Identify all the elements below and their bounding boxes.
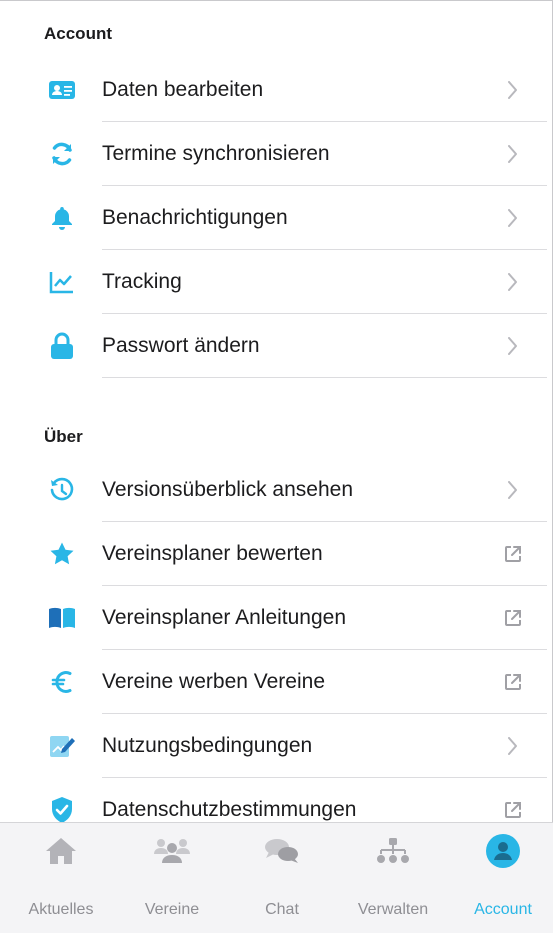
row-versionsueberblick[interactable]: Versionsüberblick ansehen: [0, 458, 553, 522]
external-link-icon: [503, 672, 523, 692]
chevron-right-icon: [503, 144, 523, 164]
tab-chat[interactable]: Chat: [232, 823, 332, 933]
tab-bar: Aktuelles Vereine Chat Verwalten Account: [0, 822, 553, 933]
row-label: Termine synchronisieren: [102, 142, 330, 165]
chevron-right-icon: [503, 272, 523, 292]
row-label: Versionsüberblick ansehen: [102, 478, 353, 501]
tab-account[interactable]: Account: [453, 823, 553, 933]
tab-label: Vereine: [144, 901, 200, 918]
row-vereine-werben-vereine[interactable]: Vereine werben Vereine: [0, 650, 553, 714]
row-label: Benachrichtigungen: [102, 206, 288, 229]
book-icon: [47, 603, 77, 633]
row-label: Daten bearbeiten: [102, 78, 264, 101]
row-divider: [102, 377, 547, 378]
section-header-account: Account: [44, 24, 112, 43]
user-icon: [483, 833, 523, 869]
group-icon: [152, 833, 192, 869]
external-link-icon: [503, 544, 523, 564]
tab-label: Account: [474, 901, 532, 918]
tab-verwalten[interactable]: Verwalten: [343, 823, 443, 933]
external-link-icon: [503, 608, 523, 628]
chevron-right-icon: [503, 208, 523, 228]
document-edit-icon: [47, 731, 77, 761]
row-label: Vereinsplaner bewerten: [102, 542, 323, 565]
row-label: Datenschutzbestimmungen: [102, 798, 357, 821]
row-label: Passwort ändern: [102, 334, 260, 357]
row-passwort-aendern[interactable]: Passwort ändern: [0, 314, 553, 378]
star-icon: [47, 539, 77, 569]
chevron-right-icon: [503, 736, 523, 756]
tab-vereine[interactable]: Vereine: [122, 823, 222, 933]
row-daten-bearbeiten[interactable]: Daten bearbeiten: [0, 58, 553, 122]
tab-label: Chat: [265, 901, 299, 918]
external-link-icon: [503, 800, 523, 820]
section-header-about: Über: [44, 427, 83, 446]
chevron-right-icon: [503, 80, 523, 100]
bell-icon: [47, 203, 77, 233]
row-label: Tracking: [102, 270, 182, 293]
chart-line-icon: [47, 267, 77, 297]
tab-label: Aktuelles: [28, 901, 94, 918]
row-vereinsplaner-anleitungen[interactable]: Vereinsplaner Anleitungen: [0, 586, 553, 650]
history-icon: [47, 475, 77, 505]
chat-icon: [262, 833, 302, 869]
id-card-icon: [47, 75, 77, 105]
row-vereinsplaner-bewerten[interactable]: Vereinsplaner bewerten: [0, 522, 553, 586]
row-label: Vereinsplaner Anleitungen: [102, 606, 347, 629]
chevron-right-icon: [503, 336, 523, 356]
euro-icon: [47, 667, 77, 697]
row-label: Nutzungsbedingungen: [102, 734, 313, 757]
window-border-top: [0, 0, 553, 1]
chevron-right-icon: [503, 480, 523, 500]
row-label: Vereine werben Vereine: [102, 670, 325, 693]
tab-label: Verwalten: [357, 901, 429, 918]
sync-icon: [47, 139, 77, 169]
shield-check-icon: [47, 795, 77, 825]
lock-icon: [47, 331, 77, 361]
hierarchy-icon: [373, 833, 413, 869]
row-benachrichtigungen[interactable]: Benachrichtigungen: [0, 186, 553, 250]
row-nutzungsbedingungen[interactable]: Nutzungsbedingungen: [0, 714, 553, 778]
row-tracking[interactable]: Tracking: [0, 250, 553, 314]
tab-aktuelles[interactable]: Aktuelles: [11, 823, 111, 933]
home-icon: [41, 833, 81, 869]
row-termine-synchronisieren[interactable]: Termine synchronisieren: [0, 122, 553, 186]
